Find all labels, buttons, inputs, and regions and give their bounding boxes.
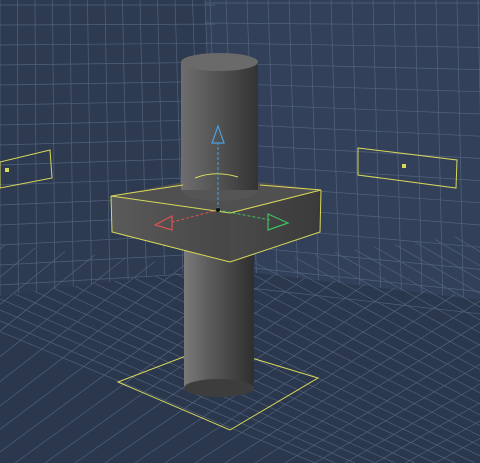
3d-viewport[interactable] bbox=[0, 0, 480, 463]
gizmo-center[interactable] bbox=[216, 208, 220, 212]
viewport-canvas[interactable] bbox=[0, 0, 480, 463]
